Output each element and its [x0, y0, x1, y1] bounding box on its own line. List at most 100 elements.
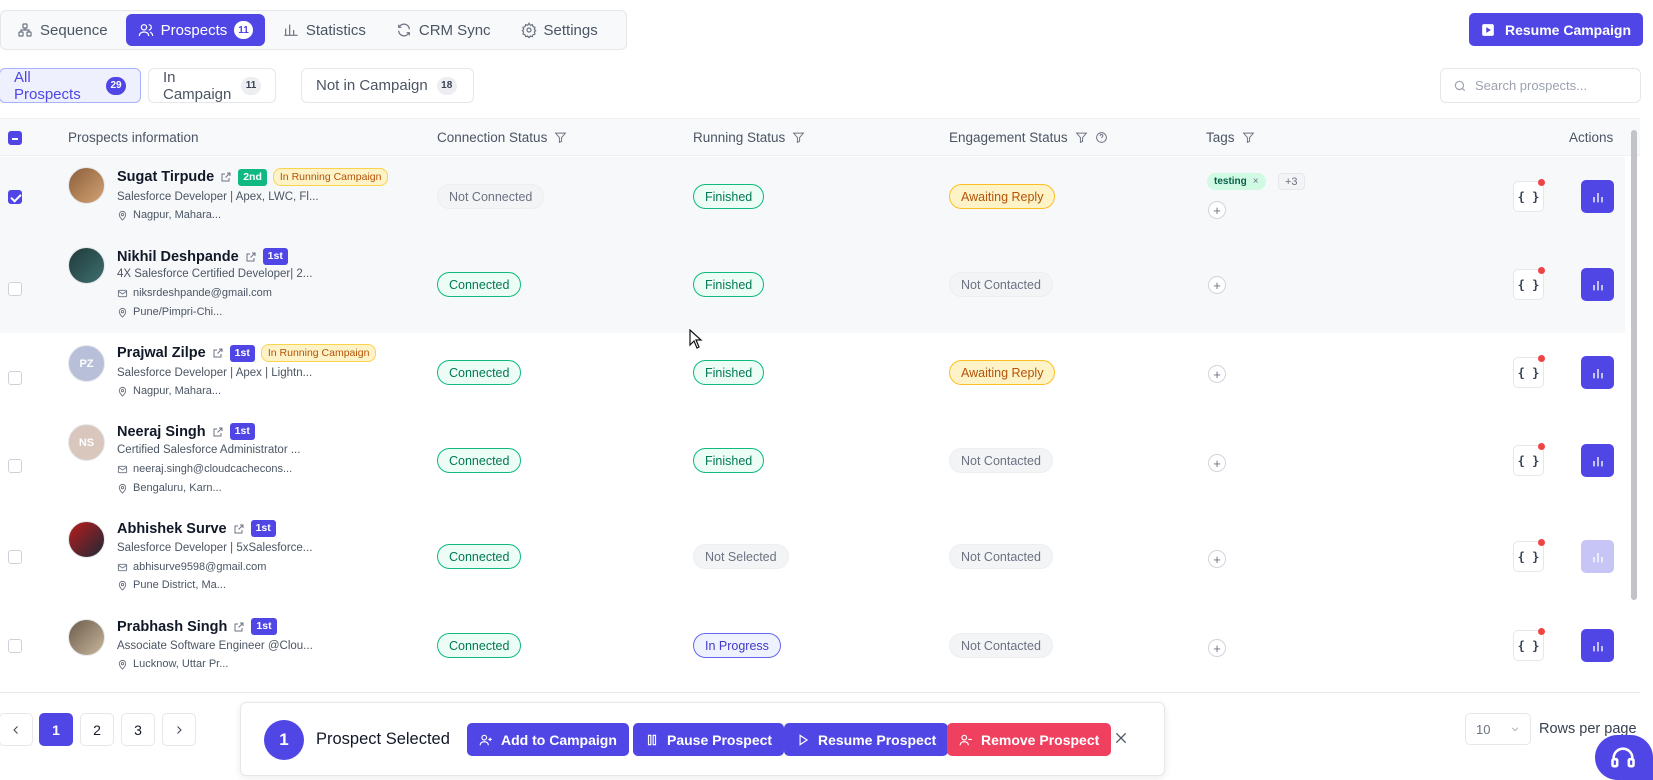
connection-degree-badge: 1st — [250, 520, 276, 537]
page-2-button[interactable]: 2 — [80, 713, 114, 746]
engagement-status-pill: Awaiting Reply — [949, 184, 1056, 209]
row-checkbox[interactable] — [8, 459, 22, 473]
add-tag-button[interactable]: + — [1208, 550, 1226, 568]
connection-status-pill: Connected — [437, 633, 522, 658]
stats-button[interactable] — [1581, 629, 1614, 662]
next-page-button[interactable] — [162, 713, 196, 746]
table-row[interactable]: Nikhil Deshpande 1st 4X Salesforce Certi… — [0, 245, 1625, 333]
stats-button[interactable] — [1581, 268, 1614, 301]
stats-button[interactable] — [1581, 444, 1614, 477]
avatar[interactable]: PZ — [68, 345, 105, 382]
close-selection-button[interactable] — [1113, 730, 1133, 750]
help-icon[interactable] — [1095, 131, 1108, 144]
connection-status-pill: Connected — [437, 360, 522, 385]
search-box — [1440, 68, 1641, 103]
selected-count: 1 — [264, 720, 304, 760]
row-checkbox[interactable] — [8, 550, 22, 564]
prospect-name[interactable]: Abhishek Surve — [117, 521, 227, 537]
campaign-badge: In Running Campaign — [272, 168, 389, 186]
prev-page-button[interactable] — [0, 713, 33, 746]
stats-button[interactable] — [1581, 540, 1614, 573]
connection-degree-badge: 2nd — [238, 168, 267, 186]
notification-dot — [1538, 539, 1545, 546]
mail-icon — [117, 465, 128, 473]
variables-button[interactable]: { } — [1513, 628, 1545, 661]
add-tag-button[interactable]: + — [1208, 639, 1226, 657]
variables-button[interactable]: { } — [1513, 539, 1545, 572]
tab-prospects[interactable]: Prospects 11 — [125, 14, 265, 46]
variables-button[interactable]: { } — [1513, 355, 1545, 388]
mouse-cursor-icon — [689, 329, 703, 349]
play-icon — [799, 733, 809, 746]
rows-per-page-select[interactable]: 10 — [1465, 713, 1531, 745]
variables-button[interactable]: { } — [1513, 443, 1545, 476]
prospect-name[interactable]: Prajwal Zilpe — [117, 345, 206, 361]
select-all-checkbox[interactable] — [8, 131, 22, 145]
variables-button[interactable]: { } — [1513, 267, 1545, 300]
stats-button[interactable] — [1581, 356, 1614, 389]
prospect-name[interactable]: Sugat Tirpude — [117, 169, 214, 185]
table-row[interactable]: Sugat Tirpude 2nd In Running Campaign Sa… — [0, 157, 1625, 245]
external-link-icon[interactable] — [233, 523, 245, 535]
users-icon — [138, 24, 153, 37]
external-link-icon[interactable] — [245, 251, 257, 263]
prospect-name[interactable]: Neeraj Singh — [117, 424, 206, 440]
row-checkbox[interactable] — [8, 371, 22, 385]
avatar[interactable] — [68, 619, 105, 656]
remove-prospect-button[interactable]: Remove Prospect — [947, 723, 1112, 756]
filter-in-campaign[interactable]: In Campaign 11 — [148, 68, 276, 103]
top-nav: Sequence Prospects 11 Statistics CRM Syn… — [0, 10, 627, 50]
support-chat-button[interactable] — [1595, 735, 1653, 780]
external-link-icon[interactable] — [212, 426, 224, 438]
resume-prospect-button[interactable]: Resume Prospect — [784, 723, 949, 756]
header-running-status: Running Status — [693, 130, 805, 145]
add-tag-button[interactable]: + — [1208, 276, 1226, 294]
filter-all-prospects[interactable]: All Prospects 29 — [0, 68, 141, 103]
table-row[interactable]: Abhishek Surve 1st Salesforce Developer … — [0, 509, 1625, 607]
add-tag-button[interactable]: + — [1208, 454, 1226, 472]
variables-button[interactable]: { } — [1513, 179, 1545, 212]
page-1-button[interactable]: 1 — [39, 713, 73, 746]
prospect-name[interactable]: Nikhil Deshpande — [117, 249, 239, 265]
external-link-icon[interactable] — [220, 171, 232, 183]
filter-icon[interactable] — [1075, 131, 1088, 144]
tab-crm-sync[interactable]: CRM Sync — [384, 14, 503, 46]
avatar[interactable] — [68, 521, 105, 558]
location-pin-icon — [118, 386, 127, 397]
prospect-title: Salesforce Developer | Apex | Lightn... — [117, 367, 313, 379]
table-row[interactable]: Prabhash Singh 1st Associate Software En… — [0, 607, 1625, 691]
filter-not-in-campaign[interactable]: Not in Campaign 18 — [301, 68, 474, 103]
add-to-campaign-button[interactable]: Add to Campaign — [467, 723, 629, 756]
notification-dot — [1538, 179, 1545, 186]
filter-icon[interactable] — [1242, 131, 1255, 144]
row-checkbox[interactable] — [8, 190, 22, 204]
add-tag-button[interactable]: + — [1208, 201, 1226, 219]
table-scrollbar[interactable] — [1628, 118, 1640, 688]
pause-prospect-button[interactable]: Pause Prospect — [633, 723, 785, 756]
page-3-button[interactable]: 3 — [121, 713, 155, 746]
search-input[interactable] — [1475, 78, 1625, 93]
avatar[interactable] — [68, 247, 105, 284]
add-tag-button[interactable]: + — [1208, 365, 1226, 383]
external-link-icon[interactable] — [233, 621, 245, 633]
external-link-icon[interactable] — [212, 347, 224, 359]
mail-icon — [117, 289, 128, 297]
tab-sequence[interactable]: Sequence — [5, 14, 120, 46]
remove-tag-icon[interactable]: × — [1253, 176, 1259, 187]
table-row[interactable]: PZ Prajwal Zilpe 1st In Running Campaign… — [0, 333, 1625, 421]
more-tags-badge[interactable]: +3 — [1278, 173, 1305, 190]
stats-button[interactable] — [1581, 180, 1614, 213]
tab-settings[interactable]: Settings — [509, 14, 610, 46]
location-pin-icon — [118, 483, 127, 494]
scrollbar-thumb[interactable] — [1631, 130, 1637, 600]
avatar[interactable] — [68, 167, 105, 204]
filter-icon[interactable] — [792, 131, 805, 144]
resume-campaign-button[interactable]: Resume Campaign — [1469, 13, 1643, 46]
prospect-name[interactable]: Prabhash Singh — [117, 619, 227, 635]
tab-statistics[interactable]: Statistics — [271, 14, 378, 46]
filter-icon[interactable] — [554, 131, 567, 144]
row-checkbox[interactable] — [8, 639, 22, 653]
avatar[interactable]: NS — [68, 424, 105, 461]
table-row[interactable]: NS Neeraj Singh 1st Certified Salesforce… — [0, 421, 1625, 509]
row-checkbox[interactable] — [8, 282, 22, 296]
